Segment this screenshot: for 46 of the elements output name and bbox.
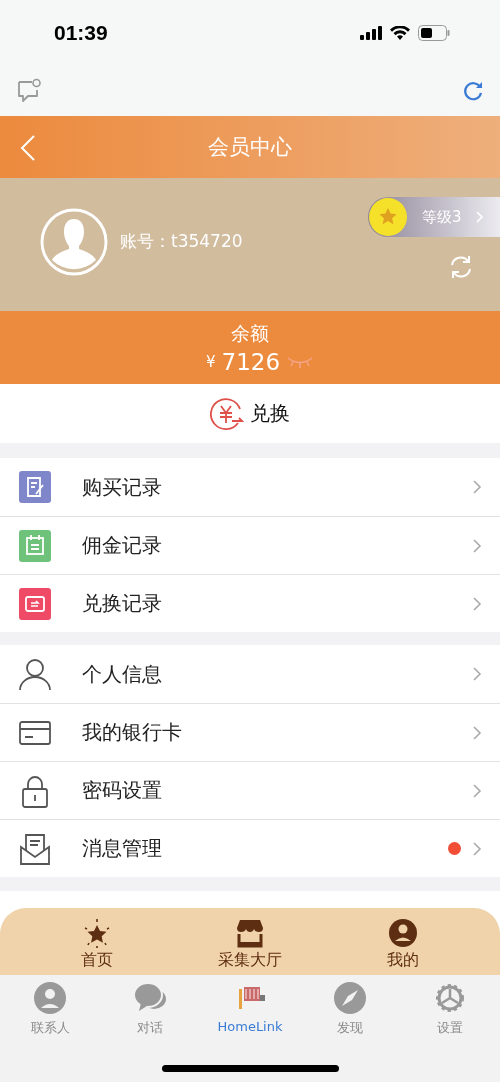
chevron-right-icon bbox=[473, 667, 482, 681]
sync-icon[interactable] bbox=[448, 254, 474, 280]
menu-item[interactable]: 我的银行卡 bbox=[0, 703, 500, 761]
closed-eye-icon[interactable] bbox=[286, 354, 315, 369]
menu-item[interactable]: 购买记录 bbox=[0, 458, 500, 516]
chat-bubble-icon[interactable] bbox=[16, 77, 42, 104]
chevron-right-icon bbox=[473, 783, 482, 798]
balance-label: 余额 bbox=[231, 320, 269, 346]
tab-bar-item[interactable]: HomeLink bbox=[200, 981, 300, 1045]
chevron-right-icon bbox=[473, 725, 482, 740]
menu-item[interactable]: 兑换记录 bbox=[0, 574, 500, 632]
menu-item[interactable]: 密码设置 bbox=[0, 761, 500, 819]
person-icon bbox=[18, 657, 52, 691]
back-icon[interactable] bbox=[20, 135, 36, 161]
chevron-right-icon bbox=[473, 596, 482, 611]
star-coin-icon bbox=[368, 197, 408, 237]
status-time: 01:39 bbox=[54, 20, 108, 45]
user-circle-icon bbox=[33, 981, 67, 1015]
compass-icon bbox=[333, 981, 367, 1015]
app-tab[interactable]: 首页 bbox=[41, 908, 152, 975]
chevron-right-icon bbox=[473, 480, 482, 494]
app-tab[interactable]: 采集大厅 bbox=[195, 908, 305, 975]
signal-icon bbox=[360, 25, 382, 40]
menu-item[interactable]: 佣金记录 bbox=[0, 516, 500, 574]
menu-item[interactable]: 个人信息 bbox=[0, 645, 500, 703]
account-id: 账号：t354720 bbox=[120, 230, 243, 253]
exchange-button[interactable]: 兑换 bbox=[210, 396, 290, 431]
wifi-icon bbox=[390, 25, 410, 40]
chevron-right-icon bbox=[473, 841, 482, 856]
gear-icon bbox=[433, 981, 467, 1015]
wallet-icon bbox=[18, 586, 52, 621]
yen-exchange-icon bbox=[210, 396, 244, 431]
calendar-icon bbox=[18, 528, 52, 563]
page-title: 会员中心 bbox=[208, 134, 292, 161]
app-tab[interactable]: 我的 bbox=[348, 908, 459, 975]
chevron-right-icon bbox=[475, 211, 484, 223]
chevron-right-icon bbox=[473, 538, 482, 553]
battery-icon bbox=[418, 24, 450, 41]
balance-amount: 7126 bbox=[221, 348, 281, 375]
avatar-icon bbox=[40, 207, 108, 276]
envelope-icon bbox=[18, 831, 52, 866]
document-icon bbox=[18, 470, 52, 504]
menu-item[interactable]: 消息管理 bbox=[0, 819, 500, 877]
user-circle-icon bbox=[388, 918, 419, 948]
currency-symbol: ¥ bbox=[205, 352, 216, 371]
store-icon bbox=[235, 918, 265, 948]
